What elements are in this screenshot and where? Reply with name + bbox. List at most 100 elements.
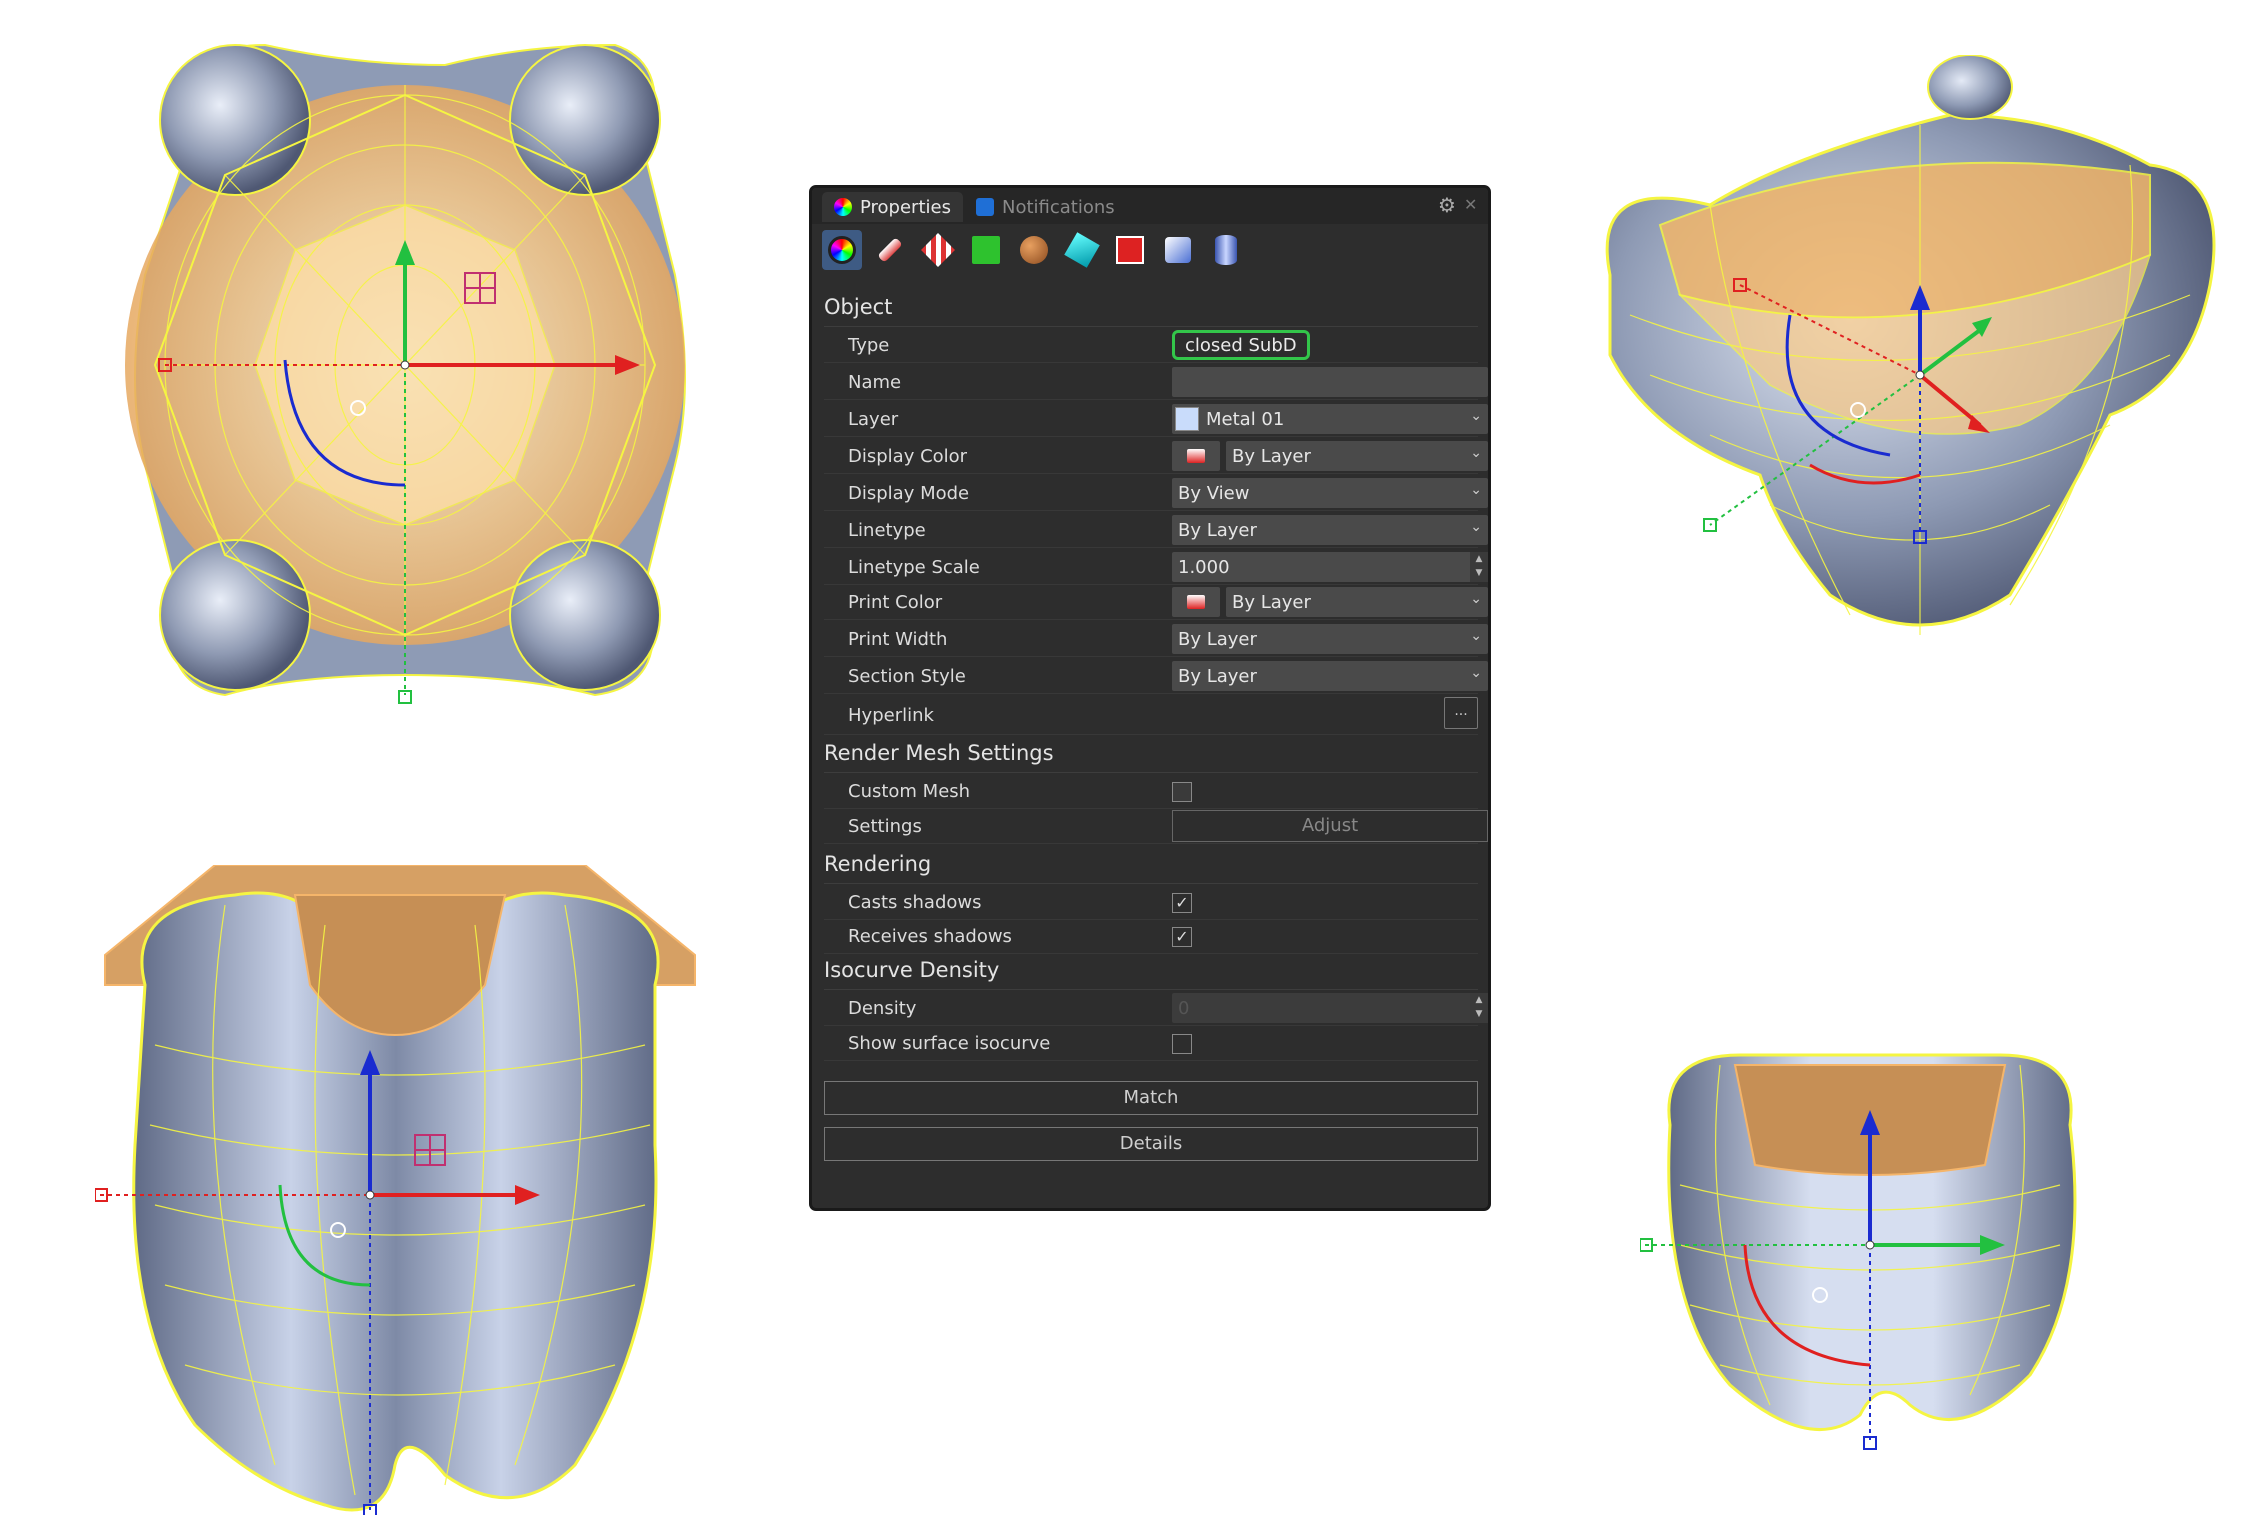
row-section-style: Section Style By Layer ⌄ [824, 659, 1488, 694]
tab-notifications-label: Notifications [1002, 196, 1115, 218]
cylinder-icon[interactable] [1206, 230, 1246, 270]
material-icon[interactable] [1014, 230, 1054, 270]
density-label: Density [848, 998, 917, 1019]
spinner-icon[interactable]: ▲ ▼ [1470, 993, 1488, 1023]
linetype-scale-label: Linetype Scale [848, 557, 980, 578]
display-mode-label: Display Mode [848, 483, 970, 504]
section-object: Object [824, 295, 893, 319]
tab-properties[interactable]: Properties [822, 192, 963, 222]
object-icon[interactable] [1158, 230, 1198, 270]
section-divider [824, 326, 1478, 327]
print-width-label: Print Width [848, 629, 948, 650]
properties-panel: Properties Notifications ⚙ ✕ Object Type… [809, 185, 1491, 1211]
viewport-right[interactable] [1640, 1045, 2100, 1460]
chevron-down-icon: ⌄ [1470, 482, 1482, 498]
viewport-perspective[interactable] [1590, 55, 2230, 665]
row-name: Name [824, 365, 1488, 400]
viewport-top[interactable] [115, 25, 695, 715]
casts-shadows-checkbox[interactable]: ✓ [1172, 893, 1192, 913]
row-custom-mesh: Custom Mesh [824, 774, 1478, 809]
custom-mesh-checkbox[interactable] [1172, 782, 1192, 802]
adjust-button[interactable]: Adjust [1172, 810, 1488, 842]
show-surface-isocurve-label: Show surface isocurve [848, 1033, 1051, 1054]
color-picker-icon [1187, 449, 1205, 463]
section-divider [824, 772, 1478, 773]
hyperlink-browse-button[interactable]: ... [1444, 697, 1478, 729]
section-render-mesh: Render Mesh Settings [824, 741, 1054, 765]
layer-value: Metal 01 [1206, 409, 1285, 430]
properties-icon [834, 198, 852, 216]
hyperlink-label: Hyperlink [848, 705, 934, 726]
row-linetype-scale: Linetype Scale 1.000 ▲ ▼ [824, 550, 1488, 585]
chevron-down-icon: ⌄ [1470, 628, 1482, 644]
details-button[interactable]: Details [824, 1127, 1478, 1161]
row-density: Density 0 ▲ ▼ [824, 991, 1488, 1026]
row-print-color: Print Color By Layer ⌄ [824, 585, 1488, 620]
name-label: Name [848, 372, 902, 393]
layer-select[interactable]: Metal 01 ⌄ [1172, 404, 1488, 434]
row-layer: Layer Metal 01 ⌄ [824, 402, 1488, 437]
section-style-label: Section Style [848, 666, 966, 687]
print-color-label: Print Color [848, 592, 943, 613]
custom-mesh-label: Custom Mesh [848, 781, 971, 802]
print-color-control: By Layer ⌄ [1172, 587, 1488, 617]
chevron-down-icon: ⌄ [1470, 665, 1482, 681]
match-button[interactable]: Match [824, 1081, 1478, 1115]
object-properties-icon[interactable] [822, 230, 862, 270]
viewport-front[interactable] [95, 865, 705, 1515]
row-display-color: Display Color By Layer ⌄ [824, 439, 1488, 474]
row-type: Type closed SubD [824, 328, 1478, 363]
linetype-scale-input[interactable]: 1.000 ▲ ▼ [1172, 552, 1488, 582]
receives-shadows-checkbox[interactable]: ✓ [1172, 927, 1192, 947]
section-icon[interactable] [1110, 230, 1150, 270]
chevron-down-icon: ⌄ [1470, 445, 1482, 461]
display-color-control: By Layer ⌄ [1172, 441, 1488, 471]
print-width-select[interactable]: By Layer ⌄ [1172, 624, 1488, 654]
chevron-down-icon: ⌄ [1470, 519, 1482, 535]
decal-icon[interactable] [918, 230, 958, 270]
close-icon[interactable]: ✕ [1464, 195, 1480, 215]
print-color-button[interactable] [1172, 587, 1220, 617]
chevron-down-icon: ⌄ [1470, 591, 1482, 607]
print-color-select[interactable]: By Layer ⌄ [1226, 587, 1488, 617]
type-label: Type [848, 335, 890, 356]
layer-label: Layer [848, 409, 899, 430]
curve-pipe-icon[interactable] [870, 230, 910, 270]
gear-icon[interactable]: ⚙ [1438, 195, 1458, 215]
color-picker-icon [1187, 595, 1205, 609]
name-input[interactable] [1172, 367, 1488, 397]
row-hyperlink: Hyperlink ... [824, 696, 1478, 735]
texture-mapping-icon[interactable] [966, 230, 1006, 270]
display-color-label: Display Color [848, 446, 968, 467]
spinner-icon[interactable]: ▲ ▼ [1470, 552, 1488, 582]
casts-shadows-label: Casts shadows [848, 892, 982, 913]
row-linetype: Linetype By Layer ⌄ [824, 513, 1488, 548]
property-page-toolbar [822, 230, 1246, 274]
row-receives-shadows: Receives shadows ✓ [824, 919, 1478, 954]
section-divider [824, 989, 1478, 990]
row-print-width: Print Width By Layer ⌄ [824, 622, 1488, 657]
chevron-down-icon: ⌄ [1470, 408, 1482, 424]
linetype-label: Linetype [848, 520, 926, 541]
display-mode-select[interactable]: By View ⌄ [1172, 478, 1488, 508]
receives-shadows-label: Receives shadows [848, 926, 1012, 947]
section-isocurve: Isocurve Density [824, 958, 1000, 982]
row-display-mode: Display Mode By View ⌄ [824, 476, 1488, 511]
type-value: closed SubD [1172, 330, 1310, 360]
display-color-button[interactable] [1172, 441, 1220, 471]
row-casts-shadows: Casts shadows ✓ [824, 885, 1478, 920]
row-show-surface-isocurve: Show surface isocurve [824, 1026, 1478, 1061]
linetype-select[interactable]: By Layer ⌄ [1172, 515, 1488, 545]
tab-notifications[interactable]: Notifications [964, 192, 1127, 222]
notifications-icon [976, 198, 994, 216]
sun-icon[interactable] [1062, 230, 1102, 270]
display-color-select[interactable]: By Layer ⌄ [1226, 441, 1488, 471]
show-surface-isocurve-checkbox[interactable] [1172, 1034, 1192, 1054]
density-input[interactable]: 0 ▲ ▼ [1172, 993, 1488, 1023]
tab-properties-label: Properties [860, 196, 951, 218]
layer-color-swatch [1175, 407, 1199, 431]
settings-label: Settings [848, 816, 922, 837]
tab-bar: Properties Notifications ⚙ ✕ [812, 188, 1488, 224]
section-style-select[interactable]: By Layer ⌄ [1172, 661, 1488, 691]
section-rendering: Rendering [824, 852, 932, 876]
